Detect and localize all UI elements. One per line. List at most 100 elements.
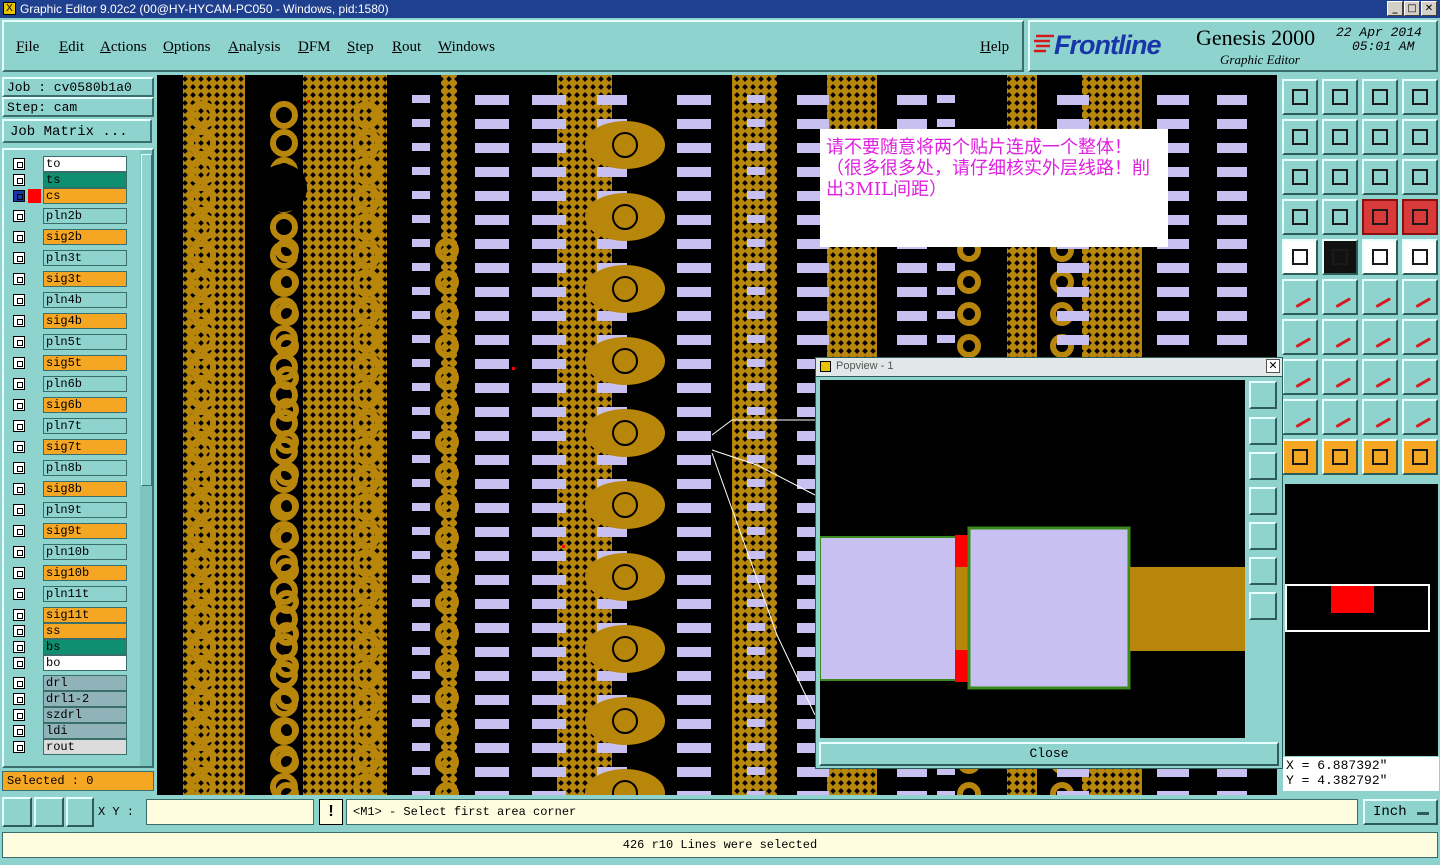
layer-row-sig10b[interactable]: sig10b <box>10 565 128 581</box>
layer-name[interactable]: pln9t <box>43 502 127 518</box>
layer-checkbox[interactable] <box>13 625 25 637</box>
layer-row-pln4b[interactable]: pln4b <box>10 292 128 308</box>
add-line-icon[interactable] <box>1282 319 1318 355</box>
layer-name[interactable]: sig4b <box>43 313 127 329</box>
layer-row-ldi[interactable]: ldi <box>10 723 128 739</box>
layer-checkbox[interactable] <box>13 252 25 264</box>
layer-name[interactable]: pln5t <box>43 334 127 350</box>
layer-list-scrollbar[interactable] <box>140 150 152 766</box>
layer-name[interactable]: drl1-2 <box>43 691 127 707</box>
layer-row-bs[interactable]: bs <box>10 639 128 655</box>
menu-analysis[interactable]: Analysis <box>228 39 281 56</box>
scale-1-2-icon[interactable] <box>1362 159 1398 195</box>
layer-name[interactable]: sig6b <box>43 397 127 413</box>
layer-toggle-2-icon[interactable] <box>1402 199 1438 235</box>
zoom-center-icon[interactable] <box>1322 159 1358 195</box>
layer-checkbox[interactable] <box>13 294 25 306</box>
draw-line-icon[interactable] <box>1322 239 1358 275</box>
layer-checkbox[interactable] <box>13 567 25 579</box>
layer-name[interactable]: sig10b <box>43 565 127 581</box>
layer-name[interactable]: pln11t <box>43 586 127 602</box>
layer-checkbox[interactable] <box>13 741 25 753</box>
select-net-icon[interactable] <box>1362 439 1398 475</box>
alert-icon[interactable]: ! <box>319 799 343 825</box>
layer-name[interactable]: drl <box>43 675 127 691</box>
menu-file[interactable]: File <box>16 39 39 56</box>
layer-name[interactable]: sig2b <box>43 229 127 245</box>
menu-step[interactable]: Step <box>347 39 374 56</box>
popview-pan-right-icon[interactable] <box>1249 522 1277 550</box>
layer-row-pln10b[interactable]: pln10b <box>10 544 128 560</box>
zoom-fit-icon[interactable] <box>1282 159 1318 195</box>
pad-icon[interactable] <box>1402 239 1438 275</box>
arc-icon[interactable] <box>1362 319 1398 355</box>
layer-name[interactable]: pln8b <box>43 460 127 476</box>
split-icon[interactable] <box>1322 359 1358 395</box>
job-matrix-button[interactable]: Job Matrix ... <box>2 119 152 143</box>
xy-input[interactable] <box>146 799 314 825</box>
snap-point-icon[interactable] <box>1282 359 1318 395</box>
net-icon[interactable] <box>1402 359 1438 395</box>
layer-checkbox[interactable] <box>13 525 25 537</box>
layer-row-sig11t[interactable]: sig11t <box>10 607 128 623</box>
layer-checkbox[interactable] <box>13 462 25 474</box>
layer-checkbox[interactable] <box>13 158 25 170</box>
layer-row-rout[interactable]: rout <box>10 739 128 755</box>
layer-checkbox[interactable] <box>13 609 25 621</box>
close-window-button[interactable]: ✕ <box>1421 1 1437 16</box>
layer-name[interactable]: sig3t <box>43 271 127 287</box>
layer-checkbox[interactable] <box>13 641 25 653</box>
layer-row-drl1-2[interactable]: drl1-2 <box>10 691 128 707</box>
layer-name[interactable]: sig8b <box>43 481 127 497</box>
pan-left-icon[interactable] <box>1282 119 1318 155</box>
layer-checkbox[interactable] <box>13 504 25 516</box>
layer-name[interactable]: sig11t <box>43 607 127 623</box>
filter-icon[interactable] <box>1402 319 1438 355</box>
connect-icon[interactable] <box>1282 279 1318 315</box>
cut-line-icon[interactable] <box>1322 319 1358 355</box>
window-icon[interactable] <box>1402 79 1438 115</box>
layer-checkbox[interactable] <box>13 709 25 721</box>
layer-row-pln9t[interactable]: pln9t <box>10 502 128 518</box>
layer-checkbox[interactable] <box>13 231 25 243</box>
popview-close-button[interactable]: Close <box>819 742 1279 766</box>
layer-name[interactable]: sig9t <box>43 523 127 539</box>
maximize-button[interactable]: □ <box>1404 1 1420 16</box>
menu-rout[interactable]: Rout <box>392 39 421 56</box>
layer-name[interactable]: pln10b <box>43 544 127 560</box>
layer-name[interactable]: bo <box>43 655 127 671</box>
layer-name[interactable]: pln3t <box>43 250 127 266</box>
layer-row-pln8b[interactable]: pln8b <box>10 460 128 476</box>
layer-row-ss[interactable]: ss <box>10 623 128 639</box>
copy-icon[interactable] <box>1402 279 1438 315</box>
popview-canvas[interactable] <box>819 380 1245 738</box>
menu-help[interactable]: Help <box>980 39 1009 56</box>
layer-name[interactable]: sig7t <box>43 439 127 455</box>
layer-checkbox[interactable] <box>13 483 25 495</box>
layer-row-pln6b[interactable]: pln6b <box>10 376 128 392</box>
layer-row-sig3t[interactable]: sig3t <box>10 271 128 287</box>
popview-zoom-out-icon[interactable] <box>1249 592 1277 620</box>
triangle-b-icon[interactable] <box>1322 399 1358 435</box>
measure-icon[interactable] <box>34 797 64 827</box>
layer-checkbox[interactable] <box>13 399 25 411</box>
layer-name[interactable]: ts <box>43 172 127 188</box>
layer-row-sig7t[interactable]: sig7t <box>10 439 128 455</box>
layer-name[interactable]: rout <box>43 739 127 755</box>
layer-checkbox[interactable] <box>13 378 25 390</box>
layer-name[interactable]: pln4b <box>43 292 127 308</box>
layer-name[interactable]: ss <box>43 623 127 639</box>
layer-toggle-icon[interactable] <box>1362 199 1398 235</box>
grid-view-icon[interactable] <box>1322 199 1358 235</box>
popview-pan-up-icon[interactable] <box>1249 417 1277 445</box>
menu-windows[interactable]: Windows <box>438 39 495 56</box>
layer-checkbox[interactable] <box>13 174 25 186</box>
layer-checkbox[interactable] <box>13 657 25 669</box>
popview-title-bar[interactable]: Popview - 1 ✕ <box>816 358 1282 377</box>
rotate-icon[interactable] <box>1402 119 1438 155</box>
layer-checkbox[interactable] <box>13 546 25 558</box>
delete-icon[interactable] <box>1322 279 1358 315</box>
layer-row-pln5t[interactable]: pln5t <box>10 334 128 350</box>
popview-pan-down-icon[interactable] <box>1249 452 1277 480</box>
layer-row-sig5t[interactable]: sig5t <box>10 355 128 371</box>
